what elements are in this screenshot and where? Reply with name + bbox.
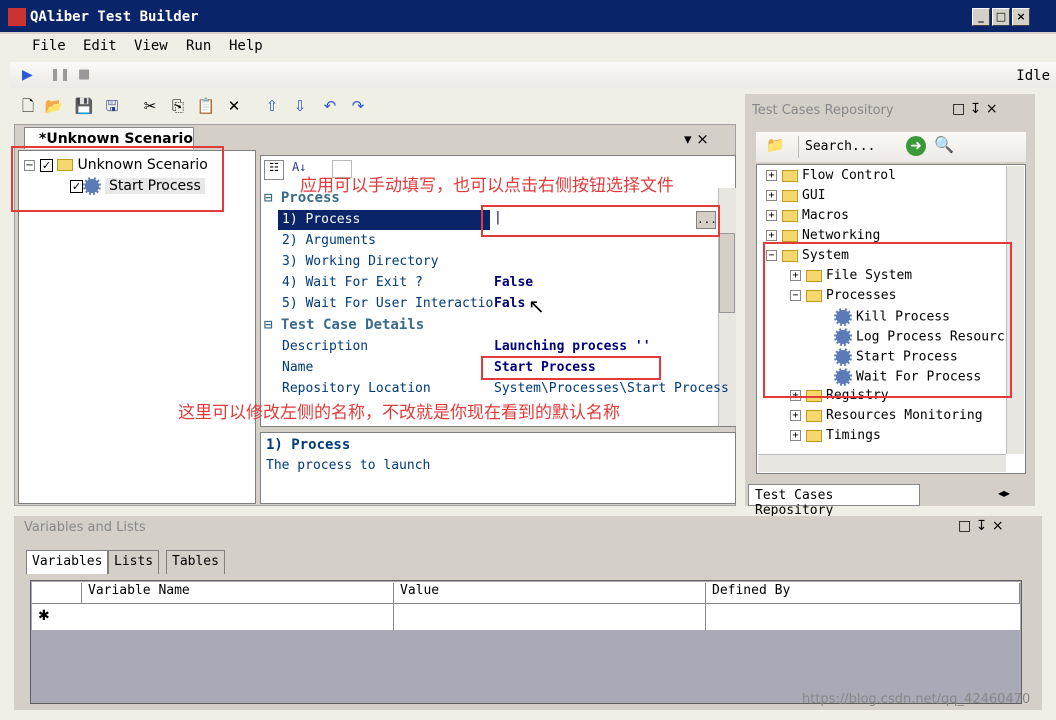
new-row-name-cell[interactable] bbox=[82, 604, 394, 630]
document-menu-close[interactable]: ▾ × bbox=[684, 130, 709, 148]
maximize-button[interactable]: □ bbox=[992, 8, 1010, 26]
run-toolbar bbox=[10, 62, 1056, 88]
save-icon[interactable]: 💾 bbox=[74, 96, 94, 116]
categorized-icon[interactable]: ☷ bbox=[264, 160, 284, 180]
find-icon[interactable]: 🔍 bbox=[934, 135, 954, 154]
copy-icon[interactable]: ⎘ bbox=[168, 96, 188, 116]
play-icon[interactable]: ▶ bbox=[22, 67, 33, 83]
annotation-box-name bbox=[481, 356, 661, 380]
annotation-top: 应用可以手动填写，也可以点击右侧按钮选择文件 bbox=[300, 176, 674, 196]
move-up-icon[interactable]: ⇧ bbox=[262, 96, 282, 116]
app-logo-icon bbox=[8, 8, 26, 26]
move-down-icon[interactable]: ⇩ bbox=[290, 96, 310, 116]
col-variable-name[interactable]: Variable Name bbox=[82, 583, 394, 603]
delete-icon[interactable]: ✕ bbox=[224, 96, 244, 116]
go-icon[interactable]: ➜ bbox=[906, 136, 926, 156]
grid-scroll-thumb[interactable] bbox=[719, 233, 735, 313]
menu-view[interactable]: View bbox=[134, 38, 168, 54]
repo-item-gui[interactable]: + GUI bbox=[766, 188, 825, 203]
prop-process-label[interactable]: 1) Process bbox=[282, 212, 360, 227]
menu-run[interactable]: Run bbox=[186, 38, 211, 54]
prop-arguments-label[interactable]: 2) Arguments bbox=[282, 233, 376, 248]
prop-working-dir-label[interactable]: 3) Working Directory bbox=[282, 254, 439, 269]
prop-wait-exit-value[interactable]: False bbox=[494, 275, 533, 290]
repo-item-networking[interactable]: + Networking bbox=[766, 228, 880, 243]
watermark: https://blog.csdn.net/qq_42460470 bbox=[802, 692, 1031, 707]
repository-search-input[interactable]: Search... bbox=[798, 136, 898, 158]
menu-help[interactable]: Help bbox=[229, 38, 263, 54]
prop-repo-location-label[interactable]: Repository Location bbox=[282, 381, 431, 396]
annotation-box-repo bbox=[763, 242, 1012, 398]
new-row-marker: ✱ bbox=[38, 608, 50, 624]
repository-title: Test Cases Repository bbox=[752, 103, 894, 118]
tab-tables[interactable]: Tables bbox=[166, 550, 225, 574]
close-button[interactable]: × bbox=[1012, 8, 1030, 26]
repository-hscrollbar[interactable] bbox=[758, 454, 1006, 472]
repo-item-flow-control[interactable]: + Flow Control bbox=[766, 168, 896, 183]
prop-wait-user-value[interactable]: Fals bbox=[494, 296, 525, 311]
annotation-middle: 这里可以修改左侧的名称，不改就是你现在看到的默认名称 bbox=[178, 403, 620, 423]
open-icon[interactable]: 📂 bbox=[44, 96, 64, 116]
tab-variables[interactable]: Variables bbox=[26, 550, 109, 574]
menu-edit[interactable]: Edit bbox=[83, 38, 117, 54]
prop-description-label[interactable]: Description bbox=[282, 339, 368, 354]
col-value[interactable]: Value bbox=[394, 583, 706, 603]
save-all-icon[interactable]: 🖫 bbox=[102, 96, 122, 116]
tab-scroll-arrows[interactable]: ◂▸ bbox=[998, 486, 1010, 500]
pause-icon[interactable]: ❚❚ bbox=[50, 67, 70, 81]
tab-lists[interactable]: Lists bbox=[108, 550, 160, 574]
run-status: Idle bbox=[1016, 68, 1050, 84]
prop-name-label[interactable]: Name bbox=[282, 360, 313, 375]
prop-wait-exit-label[interactable]: 4) Wait For Exit ? bbox=[282, 275, 423, 290]
prop-wait-user-label[interactable]: 5) Wait For User Interactio bbox=[282, 296, 493, 311]
col-defined-by[interactable]: Defined By bbox=[706, 583, 1020, 603]
category-details-label: Test Case Details bbox=[280, 317, 425, 333]
help-title: 1) Process bbox=[266, 437, 351, 453]
repo-item-macros[interactable]: + Macros bbox=[766, 208, 849, 223]
new-icon[interactable]: 🗋 bbox=[18, 96, 38, 116]
repo-item-timings[interactable]: + Timings bbox=[790, 428, 881, 443]
cut-icon[interactable]: ✂ bbox=[140, 96, 160, 116]
repo-open-icon[interactable]: 📁 bbox=[766, 136, 785, 154]
paste-icon[interactable]: 📋 bbox=[196, 96, 216, 116]
annotation-box-tree bbox=[11, 146, 224, 212]
prop-repo-location-value[interactable]: System\Processes\Start Process bbox=[494, 381, 729, 396]
new-row-value-cell[interactable] bbox=[394, 604, 706, 630]
pin-icon[interactable]: □ ↧ × bbox=[952, 101, 998, 117]
redo-icon[interactable]: ↷ bbox=[348, 96, 368, 116]
annotation-box-process bbox=[481, 205, 720, 237]
help-text: The process to launch bbox=[266, 458, 431, 473]
col-selector bbox=[32, 583, 82, 603]
undo-icon[interactable]: ↶ bbox=[320, 96, 340, 116]
variables-title: Variables and Lists bbox=[24, 520, 146, 535]
variables-pin-close[interactable]: □ ↧ × bbox=[958, 518, 1004, 534]
minimize-button[interactable]: _ bbox=[972, 8, 990, 26]
category-details[interactable]: ⊟ Test Case Details bbox=[264, 317, 424, 333]
repo-item-resources-monitoring[interactable]: + Resources Monitoring bbox=[790, 408, 983, 423]
tab-test-cases-repository[interactable]: Test Cases Repository bbox=[748, 484, 920, 518]
app-title: QAliber Test Builder bbox=[30, 9, 199, 25]
prop-description-value[interactable]: Launching process '' bbox=[494, 339, 651, 354]
cursor-icon: ↖ bbox=[528, 294, 545, 318]
menu-file[interactable]: File bbox=[32, 38, 66, 54]
stop-icon[interactable]: ■ bbox=[78, 67, 90, 82]
